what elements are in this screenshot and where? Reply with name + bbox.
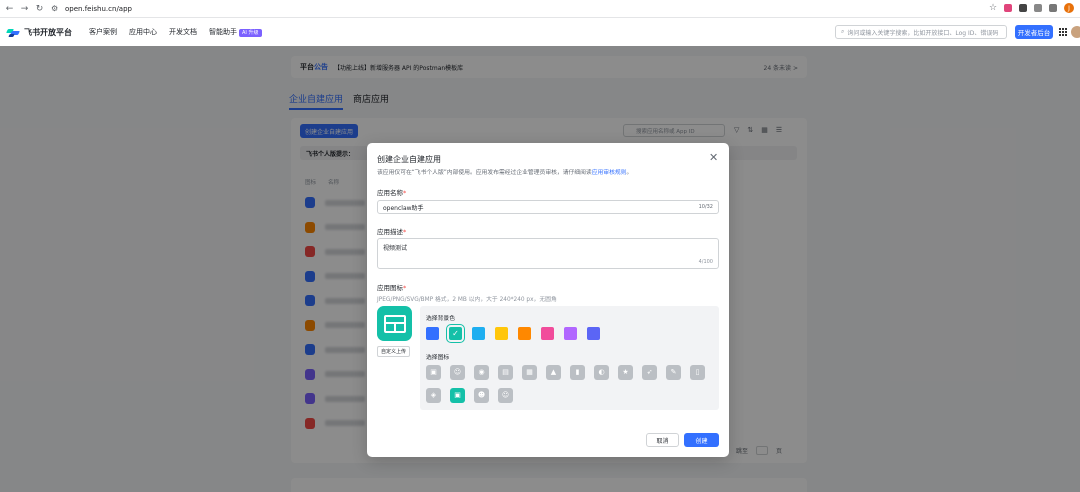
rocket-icon[interactable]: ➶ [642, 365, 657, 380]
app-desc-count: 4/100 [698, 259, 713, 265]
box-icon[interactable]: ▣ [426, 365, 441, 380]
address-bar[interactable]: ⚙ open.feishu.cn/app [51, 3, 132, 15]
color-swatch[interactable] [587, 327, 600, 340]
cancel-button[interactable]: 取消 [646, 433, 679, 447]
site-info-icon[interactable]: ⚙ [51, 4, 60, 13]
dashboard-icon [383, 314, 406, 333]
apps-grid-icon[interactable] [1059, 28, 1067, 36]
app-desc-label: 应用描述* [377, 228, 407, 236]
header-search-placeholder: 询问或输入关键字搜索，比如开放接口、Log ID、错误码 [847, 29, 999, 37]
bookmark-icon[interactable]: ▮ [570, 365, 585, 380]
bell-icon[interactable]: ▲ [546, 365, 561, 380]
brand-name: 飞书开放平台 [24, 27, 72, 37]
search-icon: ⌕ [841, 28, 845, 35]
star-icon[interactable]: ★ [618, 365, 633, 380]
bg-color-label: 选择背景色 [426, 316, 455, 322]
close-icon[interactable]: ✕ [709, 152, 718, 163]
create-app-dialog: 创建企业自建应用 ✕ 该应用仅可在“飞书个人版”内部使用。应用发布需经过企业管理… [367, 143, 729, 457]
smile-icon[interactable]: ☺ [498, 388, 513, 403]
wrench-icon[interactable]: ✎ [666, 365, 681, 380]
create-button[interactable]: 创建 [684, 433, 719, 447]
reload-icon[interactable]: ↻ [34, 3, 45, 14]
color-swatch[interactable] [446, 324, 465, 343]
feishu-logo-icon [6, 28, 20, 37]
site-header: 飞书开放平台 客户案例 应用中心 开发文档 智能助手 AI 升级 ⌕ 询问或输入关… [0, 18, 1080, 46]
app-name-value: openclaw助手 [383, 204, 424, 212]
color-swatch[interactable] [472, 327, 485, 340]
icon-format-hint: JPEG/PNG/SVG/BMP 格式，2 MB 以内，大于 240*240 p… [377, 297, 557, 303]
browser-extensions: ☆ J [989, 3, 1074, 13]
app-icon-preview [377, 306, 412, 341]
dev-console-button[interactable]: 开发者后台 [1015, 25, 1053, 39]
ai-badge: AI 升级 [239, 29, 262, 37]
bg-color-options [426, 324, 600, 343]
app-desc-value: 视频测试 [383, 245, 408, 252]
nav-app-center[interactable]: 应用中心 [129, 27, 157, 37]
bookmark-star-icon[interactable]: ☆ [989, 4, 997, 13]
puzzle-icon[interactable] [1034, 4, 1042, 12]
file-icon[interactable]: ▯ [690, 365, 705, 380]
profile-avatar[interactable]: J [1064, 3, 1074, 13]
color-swatch[interactable] [495, 327, 508, 340]
user-avatar[interactable] [1071, 26, 1080, 38]
nav-ai-assistant[interactable]: 智能助手 AI 升级 [209, 27, 262, 37]
robot-icon[interactable]: ☺ [450, 365, 465, 380]
top-nav: 客户案例 应用中心 开发文档 智能助手 AI 升级 [89, 27, 262, 37]
forward-icon[interactable]: → [19, 3, 30, 14]
sidebar-icon[interactable] [1049, 4, 1057, 12]
color-swatch[interactable] [426, 327, 439, 340]
app-name-input[interactable]: openclaw助手 10/32 [377, 200, 719, 214]
dialog-description: 该应用仅可在“飞书个人版”内部使用。应用发布需经过企业管理员审核，请仔细阅读应用… [377, 170, 633, 176]
extension-icon[interactable] [1004, 4, 1012, 12]
extension-icon[interactable] [1019, 4, 1027, 12]
moon-icon[interactable]: ◐ [594, 365, 609, 380]
app-name-label: 应用名称* [377, 189, 407, 197]
app-desc-textarea[interactable]: 视频测试 4/100 [377, 238, 719, 269]
app-icon-label: 应用图标* [377, 284, 407, 292]
pin-icon[interactable]: ◉ [474, 365, 489, 380]
color-swatch[interactable] [518, 327, 531, 340]
nav-customer-cases[interactable]: 客户案例 [89, 27, 117, 37]
icon-pick-label: 选择图标 [426, 355, 450, 361]
color-swatch[interactable] [541, 327, 554, 340]
calendar-icon[interactable]: ▦ [522, 365, 537, 380]
header-search-input[interactable]: ⌕ 询问或输入关键字搜索，比如开放接口、Log ID、错误码 [835, 25, 1007, 39]
browser-toolbar: ← → ↻ ⚙ open.feishu.cn/app ☆ J [0, 0, 1080, 18]
color-swatch[interactable] [564, 327, 577, 340]
back-icon[interactable]: ← [4, 3, 15, 14]
shield-icon[interactable]: ◈ [426, 388, 441, 403]
custom-upload-button[interactable]: 自定义上传 [377, 346, 410, 357]
url-text[interactable]: open.feishu.cn/app [65, 5, 132, 13]
dialog-title: 创建企业自建应用 [377, 155, 441, 164]
nav-dev-docs[interactable]: 开发文档 [169, 27, 197, 37]
review-rules-link[interactable]: 应用审核规则 [592, 170, 627, 176]
brand-logo[interactable]: 飞书开放平台 [6, 27, 72, 38]
icon-options: ▣ ☺ ◉ ▤ ▦ ▲ ▮ ◐ ★ ➶ ✎ ▯ ◈ ▣ ☻ ☺ [426, 365, 716, 403]
icon-picker-panel: 选择背景色 选择图标 ▣ ☺ ◉ ▤ ▦ ▲ ▮ ◐ ★ ➶ ✎ ▯ ◈ ▣ ☻ ☺ [420, 306, 719, 410]
document-icon[interactable]: ▤ [498, 365, 513, 380]
people-icon[interactable]: ☻ [474, 388, 489, 403]
dashboard-icon[interactable]: ▣ [450, 388, 465, 403]
app-name-count: 10/32 [698, 204, 713, 210]
nav-ai-assistant-label: 智能助手 [209, 28, 237, 36]
